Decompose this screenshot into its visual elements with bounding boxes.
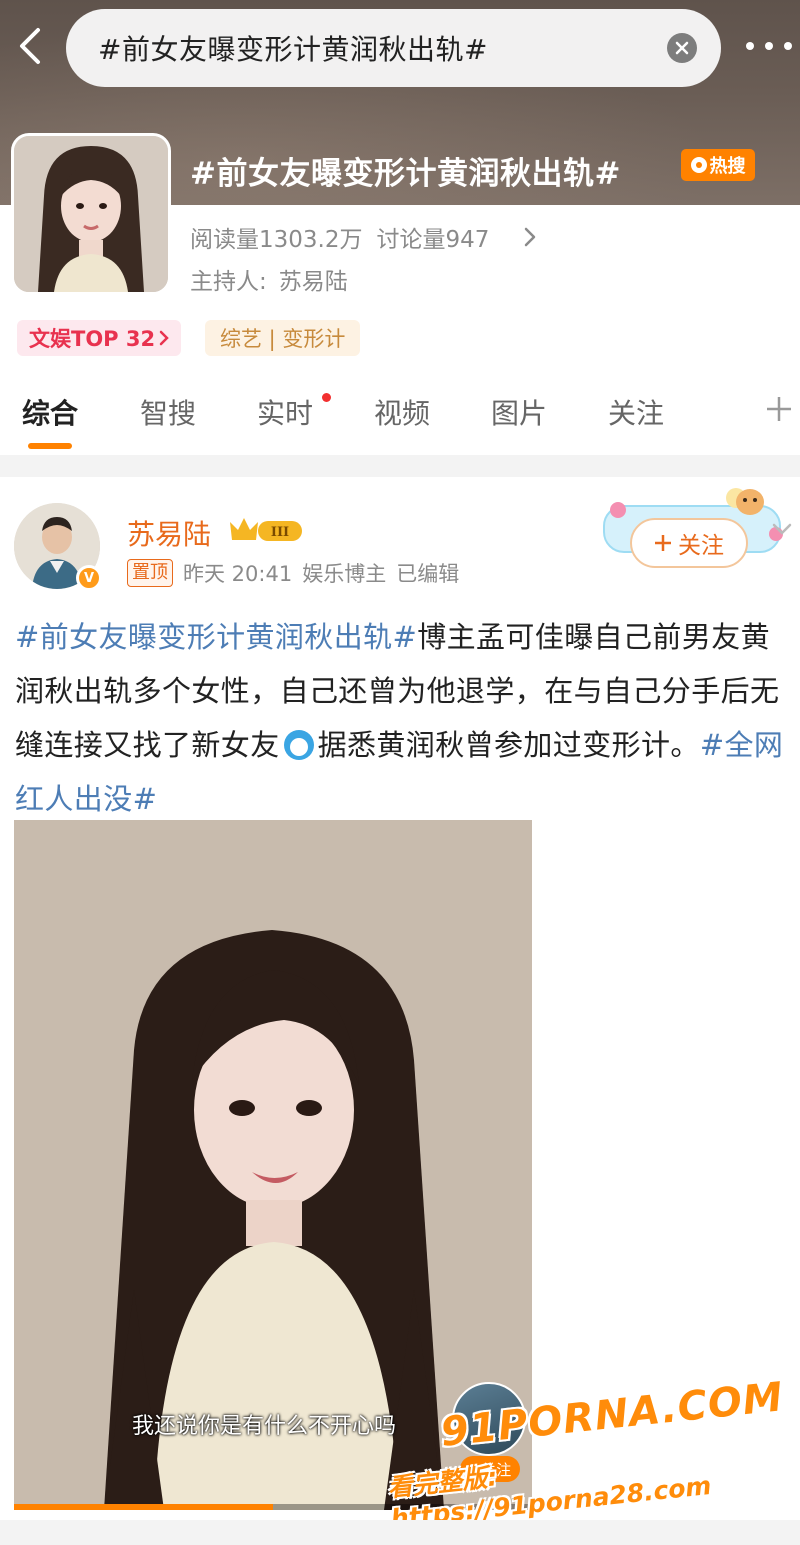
category-tag-label: 综艺 | 变形计 (220, 327, 346, 351)
rank-tag[interactable]: 文娱TOP 32 (17, 320, 182, 356)
hashtag-link[interactable]: #前女友曝变形计黄润秋出轨# (15, 620, 417, 654)
plus-icon (655, 535, 671, 551)
hot-icon (690, 157, 707, 173)
follow-button[interactable]: 关注 (630, 518, 748, 568)
video-progress-fill (14, 1504, 273, 1510)
tab-comprehensive[interactable]: 综合 (22, 392, 78, 432)
verified-badge-icon: V (76, 565, 102, 591)
rank-tag-label: 文娱TOP 32 (29, 327, 156, 351)
post-text-part: 据悉黄润秋曾参加过变形计。 (317, 728, 700, 762)
chevron-left-icon (20, 28, 40, 64)
topic-host: 主持人: 苏易陆 (190, 262, 348, 296)
close-icon (675, 41, 689, 55)
pinned-tag: 置顶 (127, 559, 173, 587)
read-count: 阅读量1303.2万 (190, 227, 363, 253)
section-divider (0, 1520, 800, 1545)
follow-button-label: 关注 (678, 533, 724, 559)
topic-title: #前女友曝变形计黄润秋出轨# (190, 156, 621, 192)
author-type: 娱乐博主 (302, 562, 387, 586)
post-meta: 置顶 昨天 20:41 娱乐博主 已编辑 (127, 558, 459, 588)
chevron-right-icon (159, 330, 169, 346)
tab-smart-search[interactable]: 智搜 (140, 392, 196, 432)
post-time: 昨天 20:41 (183, 562, 293, 586)
back-button[interactable] (8, 24, 52, 68)
more-dot-icon (784, 42, 792, 50)
new-content-dot (322, 393, 331, 402)
chevron-right-icon (525, 227, 536, 247)
tab-realtime[interactable]: 实时 (257, 392, 313, 432)
clear-search-button[interactable] (667, 33, 697, 63)
crown-rank-badge-icon: III (230, 518, 302, 541)
section-divider (0, 455, 800, 477)
host-label: 主持人: (190, 269, 267, 295)
hot-search-badge: 热搜 (681, 149, 755, 181)
rank-badge-label: III (271, 525, 289, 540)
topic-avatar-image[interactable] (11, 133, 171, 295)
chevron-down-icon[interactable] (770, 517, 794, 541)
post-body: #前女友曝变形计黄润秋出轨#博主孟可佳曝自己前男友黄润秋出轨多个女性，自己还曾为… (15, 610, 785, 826)
more-dot-icon (746, 42, 754, 50)
host-name[interactable]: 苏易陆 (279, 262, 348, 296)
doraemon-emoji-icon (283, 730, 314, 760)
tab-video[interactable]: 视频 (374, 392, 430, 432)
hot-badge-label: 热搜 (709, 156, 746, 177)
search-input[interactable]: #前女友曝变形计黄润秋出轨# (66, 9, 721, 87)
tab-bar: 综合 智搜 实时 视频 图片 关注 (0, 380, 800, 450)
video-player[interactable]: 我还说你是有什么不开心吗 +关注 (14, 820, 532, 1510)
plus-icon[interactable] (764, 394, 794, 424)
edited-label: 已编辑 (396, 562, 460, 586)
author-name[interactable]: 苏易陆 (127, 513, 211, 553)
more-dot-icon (765, 42, 773, 50)
tab-following[interactable]: 关注 (608, 392, 664, 432)
tab-images[interactable]: 图片 (491, 392, 547, 432)
search-query-text: #前女友曝变形计黄润秋出轨# (98, 33, 488, 66)
more-options-button[interactable] (742, 34, 796, 58)
discuss-count: 讨论量947 (376, 227, 490, 253)
topic-stats[interactable]: 阅读量1303.2万 讨论量947 (190, 220, 537, 254)
category-tag[interactable]: 综艺 | 变形计 (205, 320, 361, 356)
portrait-image (14, 136, 168, 292)
video-subtitle: 我还说你是有什么不开心吗 (132, 1414, 397, 1439)
active-tab-indicator (28, 443, 72, 449)
